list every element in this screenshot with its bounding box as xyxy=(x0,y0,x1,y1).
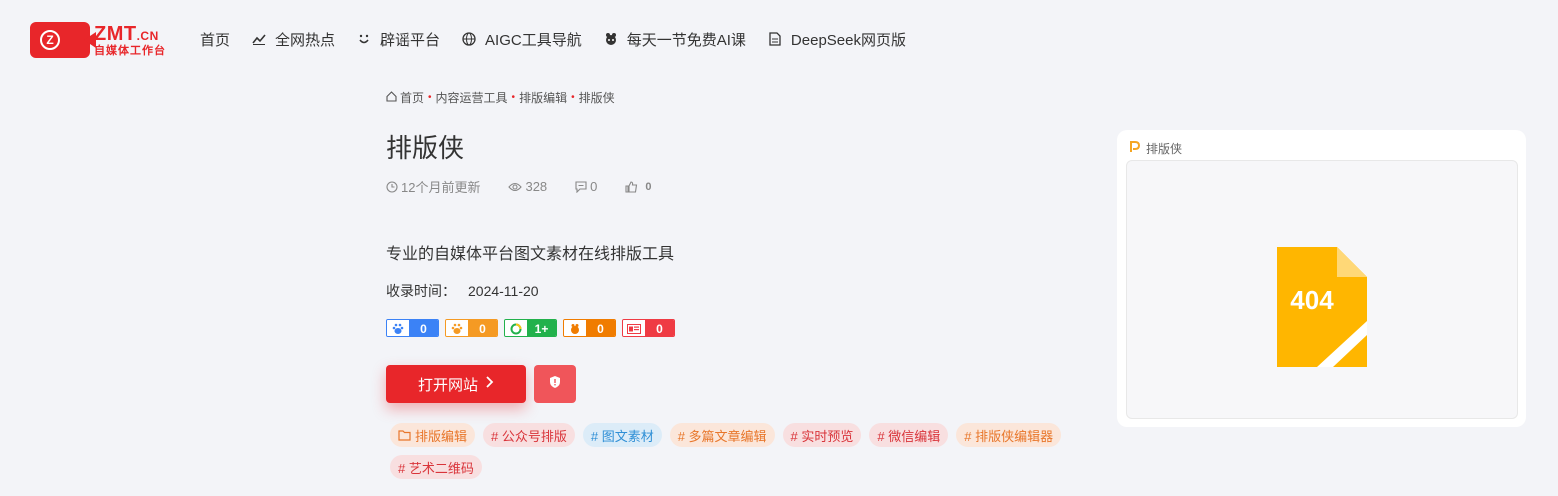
views-count: 328 xyxy=(525,179,548,194)
smile-icon xyxy=(356,31,372,47)
ai-icon xyxy=(603,31,619,47)
rank-value: 1+ xyxy=(527,320,556,336)
logo-camera-icon: Z xyxy=(30,22,96,58)
page-title: 排版侠 xyxy=(386,133,465,163)
shield-icon xyxy=(549,375,561,394)
open-website-button[interactable]: 打开网站 xyxy=(386,365,526,403)
rank-value: 0 xyxy=(645,320,674,336)
nav-item-label: DeepSeek网页版 xyxy=(790,31,906,49)
logo-main: ZMT xyxy=(94,22,137,45)
nav-item-label: 辟谣平台 xyxy=(380,31,441,49)
toutiao-icon xyxy=(623,320,645,336)
tag-item[interactable]: # 微信编辑 xyxy=(869,423,949,447)
seo-rank-badges: 0 0 1+ 0 0 xyxy=(386,319,681,337)
report-button[interactable] xyxy=(534,365,576,403)
main-nav: 首页 全网热点 辟谣平台 AIGC工具导航 每天一节免费AI课 DeepSeek… xyxy=(200,29,927,49)
rank-badge-toutiao[interactable]: 0 xyxy=(622,319,675,337)
breadcrumb: 首页 • 内容运营工具 • 排版编辑 • 排版侠 xyxy=(386,89,615,106)
tag-category[interactable]: 排版编辑 xyxy=(390,423,476,447)
tag-list: 排版编辑 # 公众号排版 # 图文素材 # 多篇文章编辑 # 实时预览 # 微信… xyxy=(390,423,1070,487)
preview-title: 排版侠 xyxy=(1129,140,1182,157)
preview-frame[interactable]: 404 xyxy=(1126,160,1518,419)
nav-item-ai-course[interactable]: 每天一节免费AI课 xyxy=(603,29,746,50)
nav-item-label: AIGC工具导航 xyxy=(485,31,582,49)
error-code: 404 xyxy=(1290,285,1334,315)
breadcrumb-category[interactable]: 内容运营工具 xyxy=(436,89,508,106)
site-description: 专业的自媒体平台图文素材在线排版工具 xyxy=(386,246,675,263)
post-meta: 12个月前更新 328 0 0 xyxy=(386,177,680,196)
breadcrumb-current: 排版侠 xyxy=(578,91,615,105)
views-info: 328 xyxy=(508,179,561,194)
trend-icon xyxy=(251,31,267,47)
chevron-right-icon xyxy=(486,375,494,393)
tag-item[interactable]: # 多篇文章编辑 xyxy=(669,423,775,447)
rank-badge-baidu-mobile[interactable]: 0 xyxy=(445,319,498,337)
nav-item-hot[interactable]: 全网热点 xyxy=(251,29,335,50)
doc-icon xyxy=(767,31,783,47)
breadcrumb-home[interactable]: 首页 xyxy=(400,89,424,106)
404-doc-icon: 404 xyxy=(1277,247,1367,367)
comment-icon xyxy=(575,180,587,193)
header: Z ZMT.CN 自媒体工作台 首页 全网热点 辟谣平台 AIGC工具导航 每天… xyxy=(0,0,1558,80)
thumbs-up-icon xyxy=(625,180,638,193)
rank-badge-360[interactable]: 1+ xyxy=(504,319,557,337)
logo-tld: .CN xyxy=(136,28,159,43)
comments-info[interactable]: 0 xyxy=(575,179,611,194)
date-row: 收录时间： 2024-11-20 xyxy=(386,281,539,301)
updated-text: 12个月前更新 xyxy=(401,180,481,195)
logo-sub: 自媒体工作台 xyxy=(94,44,166,57)
nav-item-rumor[interactable]: 辟谣平台 xyxy=(356,29,440,50)
site-logo[interactable]: Z ZMT.CN 自媒体工作台 xyxy=(30,22,166,58)
open-website-label: 打开网站 xyxy=(417,376,478,394)
sogou-icon xyxy=(564,320,586,336)
updated-info: 12个月前更新 xyxy=(386,177,494,196)
rank-badge-sogou[interactable]: 0 xyxy=(563,319,616,337)
globe-icon xyxy=(461,31,477,47)
360-icon xyxy=(505,320,527,336)
folder-icon xyxy=(398,429,411,441)
baidu-icon xyxy=(387,320,409,336)
home-icon xyxy=(386,90,397,105)
date-value: 2024-11-20 xyxy=(468,283,539,299)
logo-badge: Z xyxy=(40,30,60,50)
tag-item[interactable]: # 实时预览 xyxy=(782,423,862,447)
nav-item-home[interactable]: 首页 xyxy=(200,29,230,50)
likes-info[interactable]: 0 xyxy=(625,181,665,193)
rank-value: 0 xyxy=(468,320,497,336)
baidu-mobile-icon xyxy=(446,320,468,336)
nav-item-label: 首页 xyxy=(200,31,231,49)
clock-icon xyxy=(386,180,398,193)
nav-item-deepseek[interactable]: DeepSeek网页版 xyxy=(767,29,906,50)
rank-value: 0 xyxy=(409,320,438,336)
nav-item-label: 全网热点 xyxy=(275,31,336,49)
rank-value: 0 xyxy=(586,320,615,336)
tag-item[interactable]: # 公众号排版 xyxy=(483,423,575,447)
tag-item[interactable]: # 图文素材 xyxy=(582,423,662,447)
date-label: 收录时间： xyxy=(386,283,456,299)
likes-count: 0 xyxy=(645,180,652,193)
nav-item-label: 每天一节免费AI课 xyxy=(626,31,746,49)
comments-count: 0 xyxy=(590,179,598,194)
tag-item[interactable]: # 排版侠编辑器 xyxy=(956,423,1062,447)
preview-card: 排版侠 404 xyxy=(1117,130,1526,427)
site-favicon-icon xyxy=(1129,141,1141,156)
tag-item[interactable]: # 艺术二维码 xyxy=(390,455,482,479)
eye-icon xyxy=(508,182,523,192)
nav-item-aigc[interactable]: AIGC工具导航 xyxy=(461,29,582,50)
preview-title-text: 排版侠 xyxy=(1146,142,1183,156)
tag-label: 排版编辑 xyxy=(415,428,468,444)
rank-badge-baidu[interactable]: 0 xyxy=(386,319,439,337)
breadcrumb-subcategory[interactable]: 排版编辑 xyxy=(519,89,567,106)
